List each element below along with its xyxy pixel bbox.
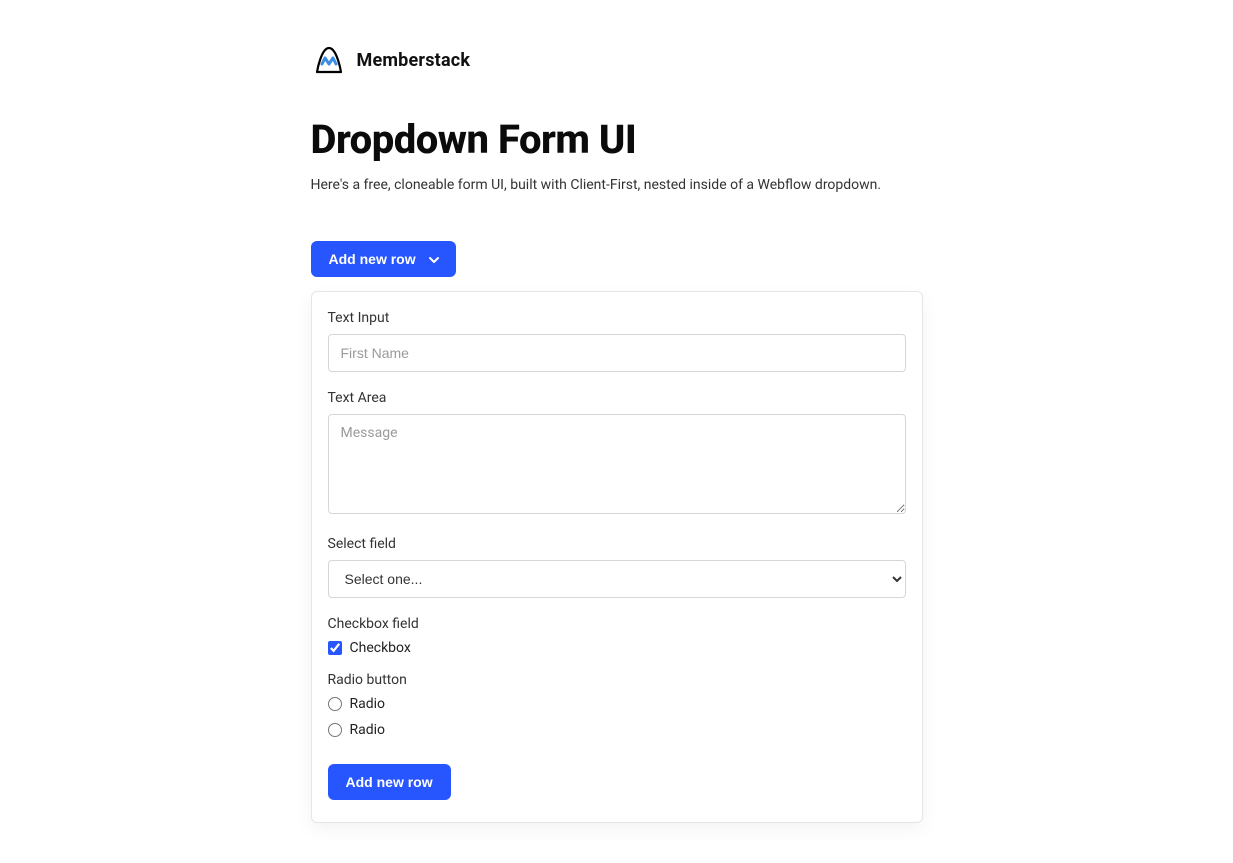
checkbox-field-label: Checkbox field xyxy=(328,616,906,632)
radio-option-label-2: Radio xyxy=(350,722,386,738)
textarea-label: Text Area xyxy=(328,390,906,406)
brand-name: Memberstack xyxy=(357,50,471,71)
checkbox-input[interactable] xyxy=(328,641,342,655)
memberstack-logo-icon xyxy=(311,44,347,76)
select-field[interactable]: Select one... xyxy=(328,560,906,598)
brand-header: Memberstack xyxy=(311,44,923,76)
dropdown-toggle-button[interactable]: Add new row xyxy=(311,241,456,277)
radio-input-1[interactable] xyxy=(328,697,342,711)
radio-option-label-1: Radio xyxy=(350,696,386,712)
dropdown-toggle-label: Add new row xyxy=(329,251,416,267)
first-name-input[interactable] xyxy=(328,334,906,372)
page-title: Dropdown Form UI xyxy=(311,116,923,163)
message-textarea[interactable] xyxy=(328,414,906,514)
select-label: Select field xyxy=(328,536,906,552)
checkbox-option-label: Checkbox xyxy=(350,640,411,656)
submit-button[interactable]: Add new row xyxy=(328,764,451,800)
radio-field-label: Radio button xyxy=(328,672,906,688)
page-subtitle: Here's a free, cloneable form UI, built … xyxy=(311,177,923,193)
form-card: Text Input Text Area Select field Select… xyxy=(311,291,923,823)
text-input-label: Text Input xyxy=(328,310,906,326)
chevron-down-icon xyxy=(428,253,440,265)
submit-button-label: Add new row xyxy=(346,774,433,790)
radio-input-2[interactable] xyxy=(328,723,342,737)
